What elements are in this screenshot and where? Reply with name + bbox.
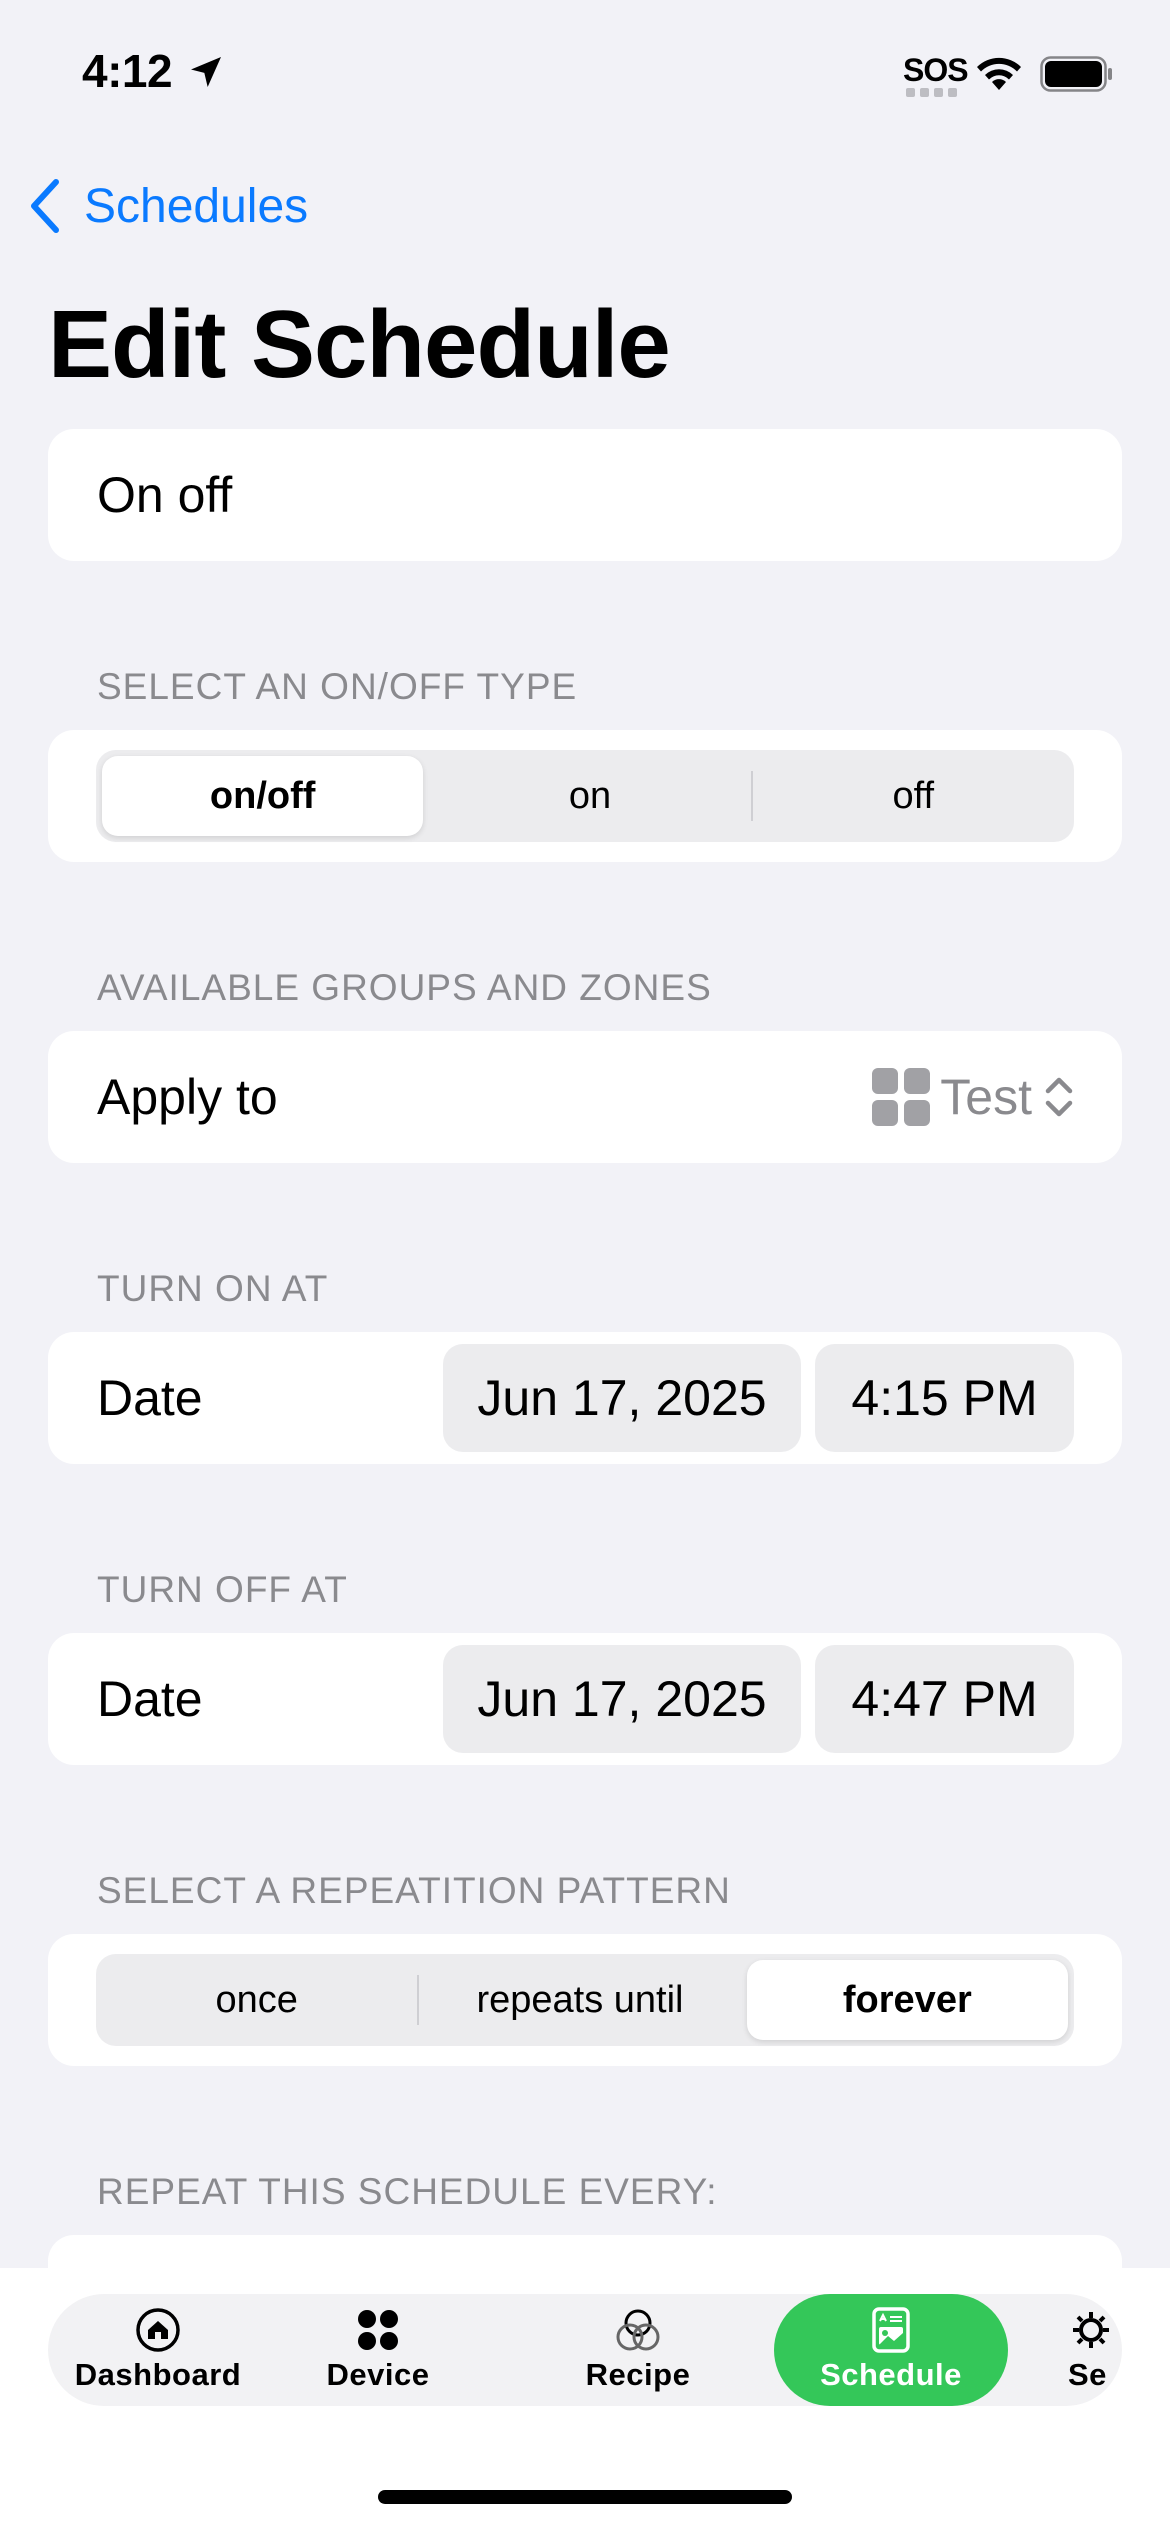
turn-off-time-picker[interactable]: 4:47 PM: [815, 1645, 1074, 1753]
tab-schedule-label: Schedule: [820, 2357, 962, 2392]
schedule-icon: [872, 2307, 910, 2353]
segment-off[interactable]: off: [753, 750, 1074, 842]
status-bar: 4:12 SOS: [0, 0, 1170, 150]
onoff-section-header: SELECT AN ON/OFF TYPE: [97, 666, 578, 707]
back-button[interactable]: Schedules: [26, 176, 308, 236]
recipe-icon: [616, 2309, 660, 2351]
turn-on-date-picker[interactable]: Jun 17, 2025: [443, 1344, 801, 1452]
turn-off-date-picker[interactable]: Jun 17, 2025: [443, 1645, 801, 1753]
tab-schedule[interactable]: Schedule: [774, 2294, 1008, 2406]
apply-to-row[interactable]: Apply to Test: [48, 1031, 1122, 1163]
back-label: Schedules: [84, 179, 309, 233]
segment-on[interactable]: on: [429, 750, 750, 842]
repetition-segmented-control: once repeats until forever: [96, 1954, 1074, 2046]
tab-device[interactable]: Device: [298, 2294, 458, 2406]
repetition-card: once repeats until forever: [48, 1934, 1122, 2066]
turn-off-date-label: Date: [97, 1671, 203, 1727]
page-title: Edit Schedule: [48, 291, 671, 398]
turn-off-row: Date Jun 17, 2025 4:47 PM: [48, 1633, 1122, 1765]
settings-icon: [1073, 2312, 1109, 2348]
tab-device-label: Device: [326, 2357, 430, 2392]
tab-recipe-label: Recipe: [585, 2357, 691, 2392]
segment-forever[interactable]: forever: [746, 1960, 1068, 2040]
chevron-left-icon: [31, 179, 59, 233]
tab-settings-label: Se: [1068, 2357, 1107, 2392]
tab-dashboard[interactable]: Dashboard: [48, 2294, 268, 2406]
repetition-section-header: SELECT A REPEATITION PATTERN: [97, 1870, 731, 1911]
wifi-icon: [977, 57, 1021, 90]
turn-on-time-picker[interactable]: 4:15 PM: [815, 1344, 1074, 1452]
tab-recipe[interactable]: Recipe: [568, 2294, 708, 2406]
home-icon: [136, 2308, 180, 2352]
onoff-card: on/off on off: [48, 730, 1122, 862]
schedule-name-field[interactable]: On off: [48, 429, 1122, 561]
status-time: 4:12: [82, 45, 173, 97]
signal-dots-icon: [906, 88, 957, 97]
tab-dashboard-label: Dashboard: [74, 2357, 242, 2392]
schedule-name-value: On off: [97, 467, 233, 523]
apply-to-label: Apply to: [97, 1069, 278, 1125]
sos-indicator: SOS: [903, 52, 969, 88]
tab-bar: Dashboard Device Recipe Schedule Se: [48, 2294, 1122, 2406]
turn-off-section-header: TURN OFF AT: [97, 1569, 348, 1610]
segment-once[interactable]: once: [96, 1954, 417, 2046]
apply-to-picker[interactable]: Test: [872, 1031, 1076, 1163]
battery-icon: [1040, 56, 1112, 92]
turn-on-row: Date Jun 17, 2025 4:15 PM: [48, 1332, 1122, 1464]
turn-on-section-header: TURN ON AT: [97, 1268, 329, 1309]
apply-to-value: Test: [940, 1069, 1032, 1125]
segment-repeats-until[interactable]: repeats until: [419, 1954, 740, 2046]
device-grid-icon: [358, 2310, 398, 2350]
chevron-up-down-icon: [1045, 1077, 1073, 1117]
turn-on-date-label: Date: [97, 1370, 203, 1426]
location-arrow-icon: [191, 57, 221, 87]
tab-settings[interactable]: Se: [1068, 2294, 1122, 2406]
segment-onoff[interactable]: on/off: [102, 756, 424, 836]
group-grid-icon: [872, 1068, 931, 1126]
onoff-segmented-control: on/off on off: [96, 750, 1074, 842]
home-indicator: [378, 2490, 792, 2504]
groups-section-header: AVAILABLE GROUPS AND ZONES: [97, 967, 712, 1008]
repeat-every-section-header: REPEAT THIS SCHEDULE EVERY:: [97, 2171, 718, 2212]
